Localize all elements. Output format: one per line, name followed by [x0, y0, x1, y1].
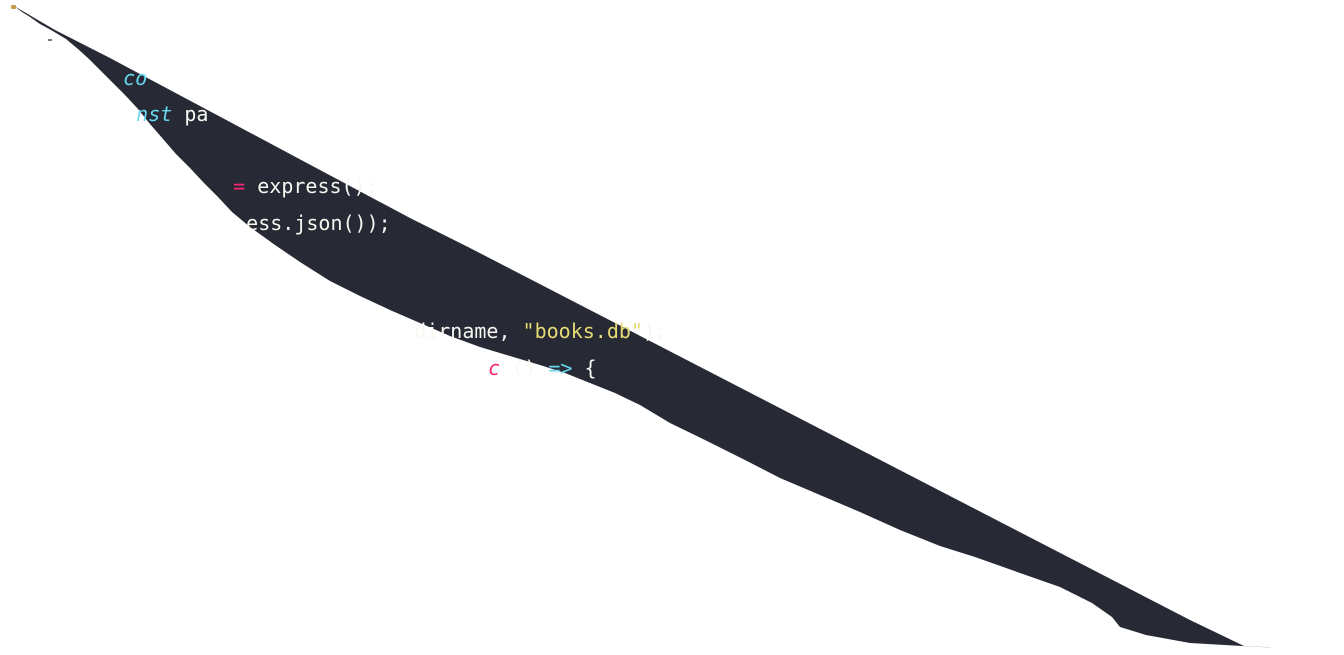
identifier-token: pa [172, 102, 209, 126]
code-line-4[interactable]: ess.json()); [198, 169, 391, 235]
code-line-2[interactable]: nst pa [88, 60, 208, 126]
brace-token: { [572, 356, 597, 380]
code-line-6[interactable]: c () => { [440, 314, 596, 380]
code-editor-view: co nst pa = express(); ess.json()); dirn… [0, 0, 1344, 655]
code-line-5[interactable]: dirname, "books.db"); [366, 277, 667, 343]
gutter-tick [48, 39, 52, 41]
code-line-3[interactable]: = express(); [185, 132, 378, 198]
punctuation-token: ); [642, 319, 668, 343]
corner-marker [11, 5, 16, 9]
keyword-token: c [488, 356, 501, 380]
code-line-1[interactable]: co [75, 24, 147, 90]
expression-token: ess.json()); [246, 211, 391, 235]
arrow-token: => [548, 356, 573, 380]
parentheses-token: () [500, 356, 549, 380]
keyword-token: nst [136, 102, 173, 126]
